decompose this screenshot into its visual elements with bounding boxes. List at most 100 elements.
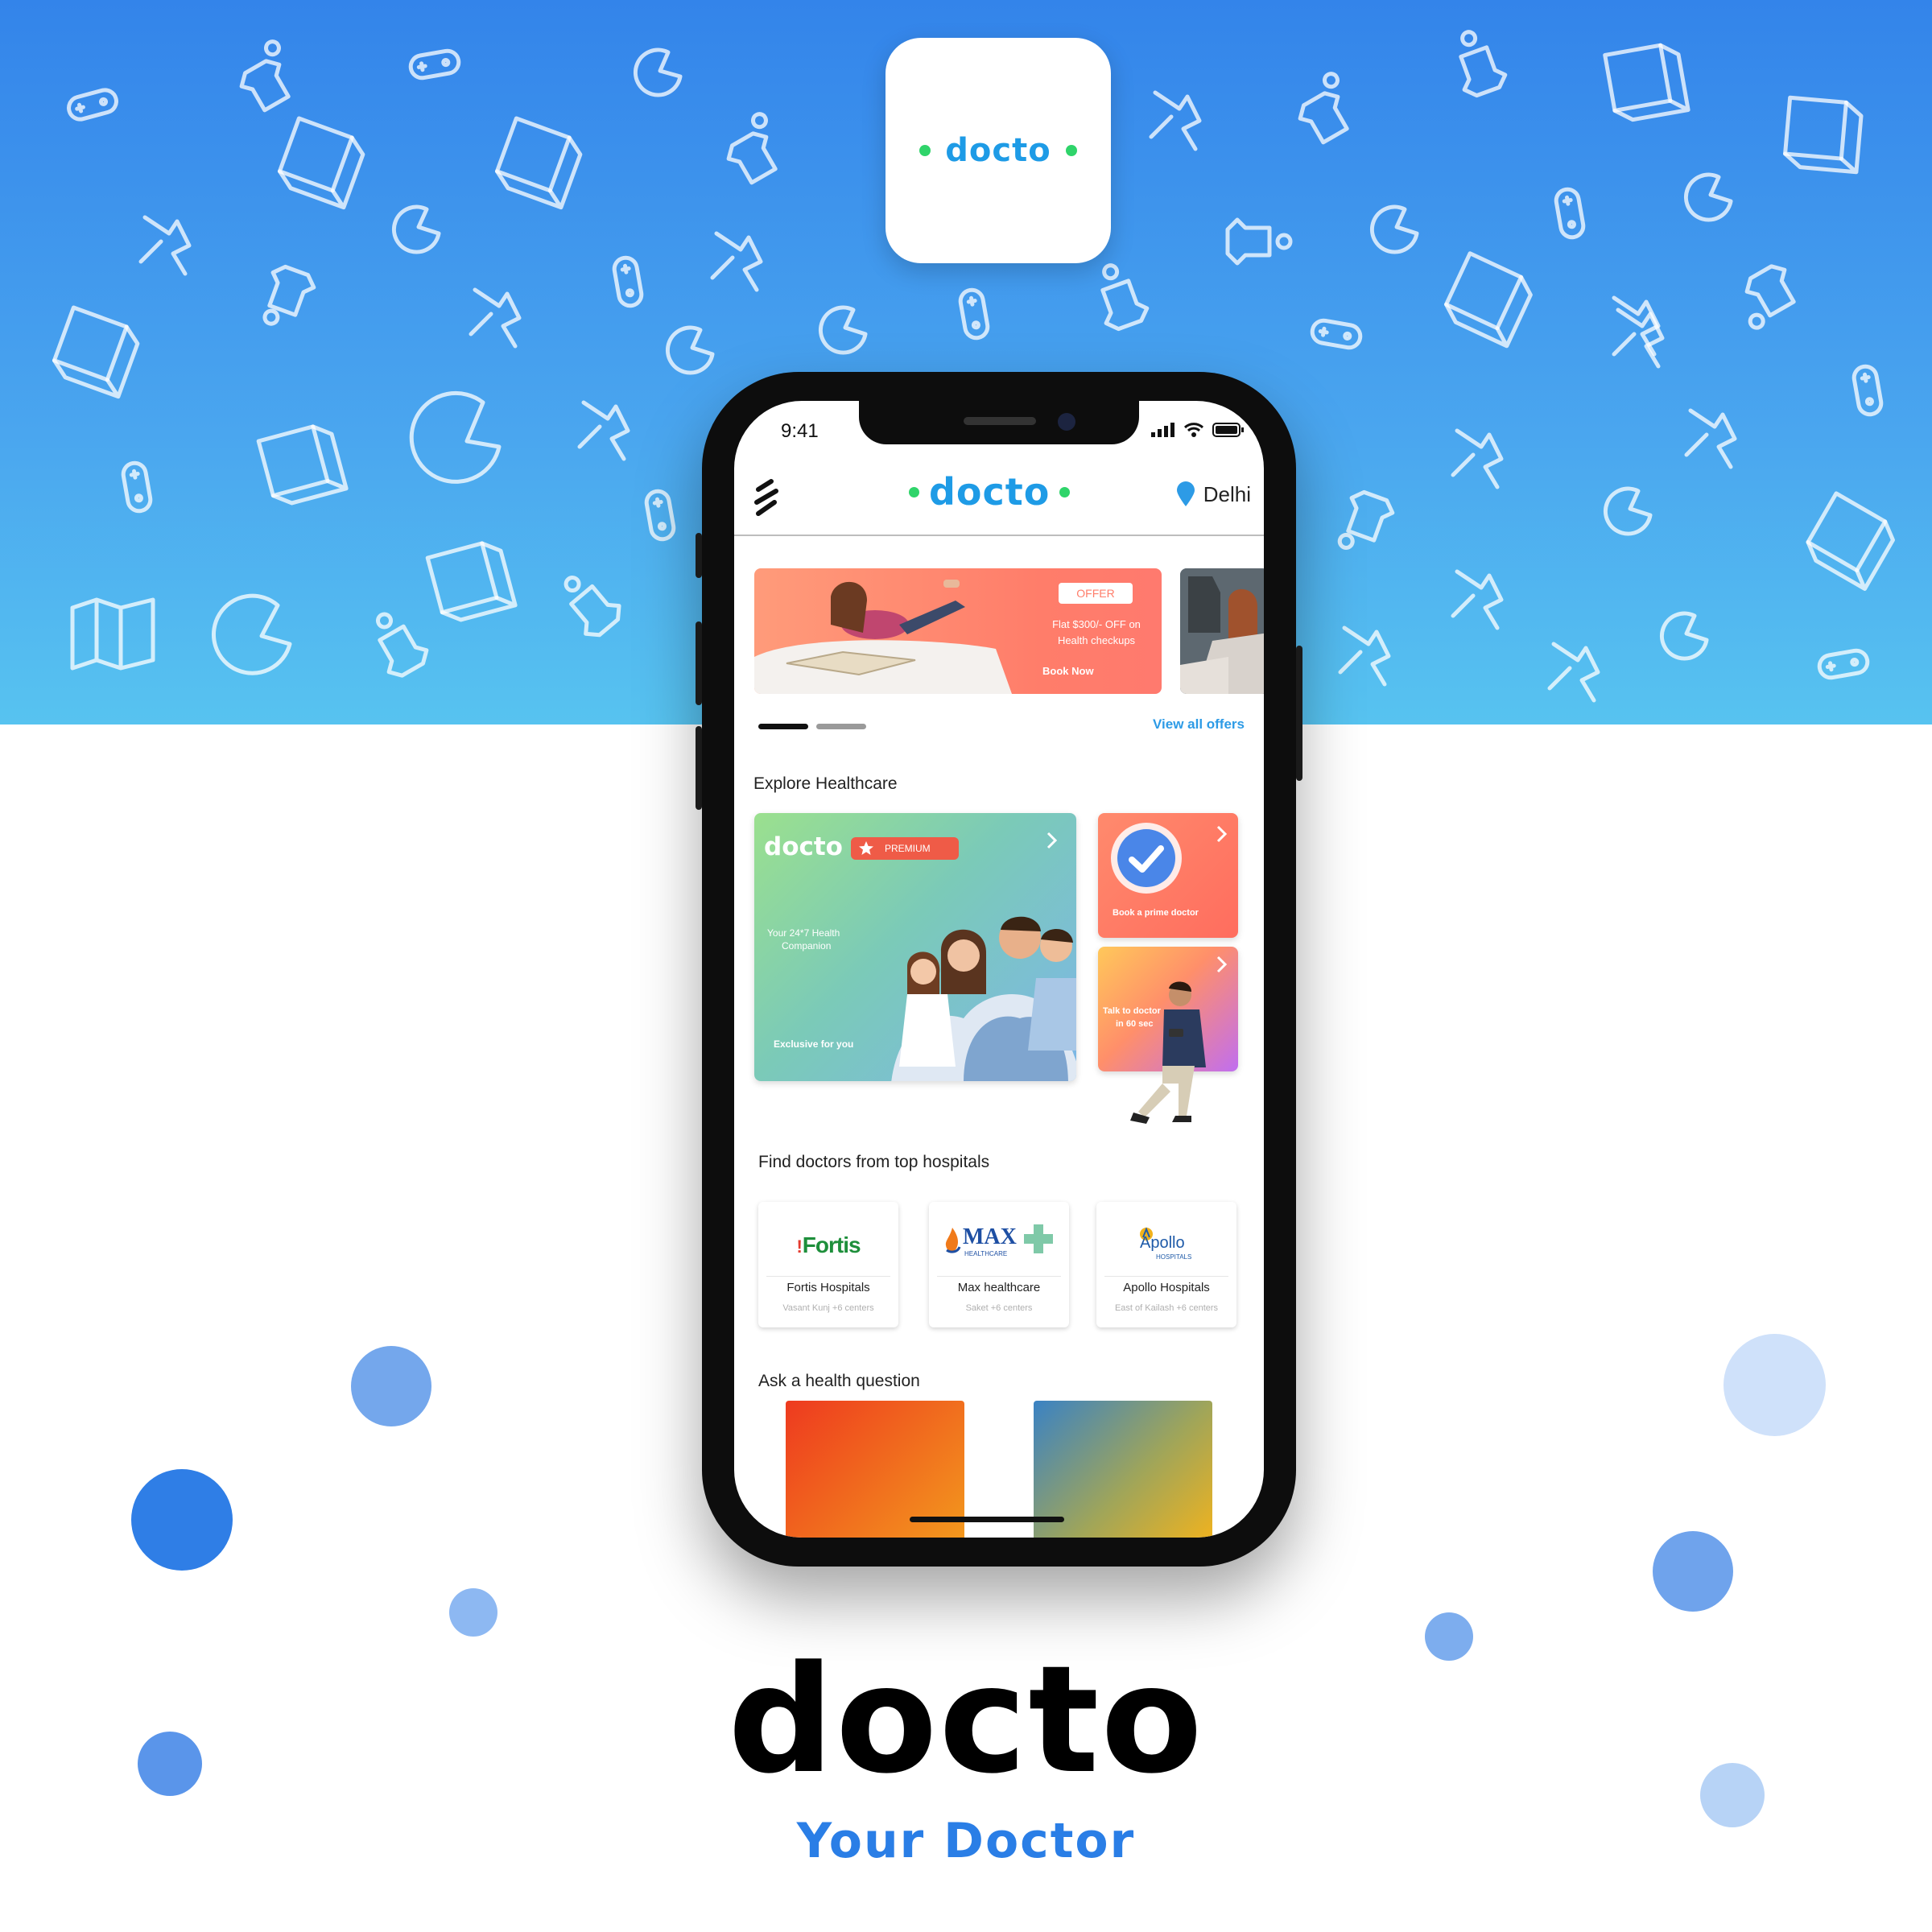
cube-icon bbox=[1603, 43, 1690, 122]
premium-tagline-2: Companion bbox=[782, 940, 832, 952]
apollo-logo: Apollo HOSPITALS bbox=[1096, 1223, 1236, 1266]
cube-icon bbox=[1806, 491, 1895, 591]
bodybuilder-icon bbox=[138, 215, 192, 276]
cube-icon bbox=[1783, 95, 1864, 175]
pacman-icon bbox=[1603, 486, 1653, 536]
gamepad-icon bbox=[1817, 648, 1870, 680]
pacman-icon bbox=[1683, 172, 1733, 222]
pacman-icon bbox=[1659, 611, 1709, 661]
bodybuilder-icon bbox=[1338, 625, 1391, 687]
shirt-icon bbox=[1225, 217, 1293, 266]
offer-banner[interactable]: OFFER Flat $300/- OFF on Health checkups… bbox=[754, 568, 1162, 694]
deco-circle bbox=[131, 1469, 233, 1571]
pacman-icon bbox=[212, 593, 292, 675]
cube-icon bbox=[494, 116, 583, 210]
chevron-right-icon bbox=[1046, 832, 1058, 849]
talk-to-doctor-card[interactable]: Talk to doctor in 60 sec bbox=[1098, 947, 1238, 1124]
shirt-icon bbox=[1337, 489, 1395, 550]
hospitals-title: Find doctors from top hospitals bbox=[758, 1153, 990, 1171]
signal-icon bbox=[1151, 423, 1174, 437]
status-time: 9:41 bbox=[781, 420, 819, 442]
explore-title: Explore Healthcare bbox=[753, 774, 898, 793]
pacman-icon bbox=[1369, 204, 1419, 254]
medical-cross-icon bbox=[1024, 1224, 1053, 1253]
book-now-link[interactable]: Book Now bbox=[1042, 665, 1094, 677]
hospital-name: Max healthcare bbox=[957, 1281, 1041, 1294]
view-all-offers-link[interactable]: View all offers bbox=[1153, 716, 1245, 733]
premium-card[interactable]: docto PREMIUM Your 24*7 Health Companion… bbox=[754, 813, 1076, 1081]
logo-dot-left bbox=[919, 145, 931, 156]
chevron-right-icon bbox=[1216, 825, 1228, 843]
hospital-centers: East of Kailash +6 centers bbox=[1114, 1303, 1219, 1313]
ask-title: Ask a health question bbox=[758, 1372, 920, 1390]
bodybuilder-icon bbox=[1149, 90, 1202, 151]
cube-icon bbox=[1444, 251, 1533, 349]
premium-badge-label: PREMIUM bbox=[885, 843, 931, 854]
power-button bbox=[1296, 646, 1302, 781]
apollo-logo-text: Apollo bbox=[1140, 1234, 1185, 1252]
bodybuilder-icon bbox=[1451, 569, 1504, 630]
bodybuilder-icon bbox=[1684, 408, 1737, 469]
carousel-dot[interactable] bbox=[816, 724, 866, 729]
menu-icon[interactable] bbox=[752, 478, 781, 518]
family-photo bbox=[891, 916, 1076, 1081]
gamepad-icon bbox=[1852, 364, 1884, 417]
bodybuilder-icon bbox=[577, 400, 630, 461]
offer-line-1: Flat $300/- OFF on bbox=[1052, 618, 1141, 630]
deco-circle bbox=[449, 1588, 497, 1637]
shirt-icon bbox=[1298, 72, 1349, 145]
home-indicator[interactable] bbox=[910, 1517, 1064, 1522]
app-icon[interactable]: docto bbox=[886, 38, 1111, 263]
location-pin-icon bbox=[1176, 481, 1195, 506]
bodybuilder-icon bbox=[1451, 428, 1504, 489]
prime-doctor-label: Book a prime doctor bbox=[1113, 908, 1199, 918]
location-label: Delhi bbox=[1203, 481, 1251, 506]
header-logo-text: docto bbox=[929, 470, 1051, 514]
chevron-right-icon bbox=[1216, 956, 1228, 973]
shirt-icon bbox=[564, 576, 621, 638]
deco-circle bbox=[1724, 1334, 1826, 1436]
cube-icon bbox=[425, 541, 518, 622]
shirt-icon bbox=[1100, 263, 1150, 332]
offer-banner-next[interactable] bbox=[1180, 568, 1264, 694]
mute-switch bbox=[696, 533, 702, 578]
doctor-figure bbox=[1130, 981, 1206, 1124]
hospital-card-fortis[interactable]: !Fortis Fortis Hospitals Vasant Kunj +6 … bbox=[758, 1202, 898, 1327]
premium-card-logo: docto bbox=[764, 832, 843, 861]
apollo-logo-subtext: HOSPITALS bbox=[1156, 1253, 1192, 1261]
wifi-icon bbox=[1183, 423, 1204, 437]
divider bbox=[766, 1276, 890, 1277]
max-logo-subtext: HEALTHCARE bbox=[964, 1250, 1008, 1257]
hospital-card-apollo[interactable]: Apollo HOSPITALS Apollo Hospitals East o… bbox=[1096, 1202, 1236, 1327]
phone-screen: 9:41 docto Delhi OFFER Flat $300/- OFF o… bbox=[734, 401, 1264, 1538]
phone-frame: 9:41 docto Delhi OFFER Flat $300/- OFF o… bbox=[696, 372, 1302, 1567]
shirt-icon bbox=[1744, 264, 1796, 330]
shirt-icon bbox=[239, 39, 291, 113]
prime-doctor-card[interactable]: Book a prime doctor bbox=[1098, 813, 1238, 938]
offer-badge: OFFER bbox=[1059, 583, 1133, 604]
cube-icon bbox=[277, 116, 365, 210]
flame-icon bbox=[945, 1228, 961, 1253]
cube-icon bbox=[256, 424, 349, 506]
pacman-icon bbox=[665, 325, 715, 375]
hospital-name: Apollo Hospitals bbox=[1123, 1281, 1210, 1294]
logo-dot-right bbox=[1059, 486, 1071, 497]
cube-icon bbox=[52, 305, 140, 399]
check-badge-icon bbox=[1111, 823, 1182, 894]
bodybuilder-icon bbox=[1547, 642, 1600, 703]
hospital-centers: Vasant Kunj +6 centers bbox=[782, 1303, 874, 1313]
shirt-icon bbox=[726, 112, 778, 185]
hospital-card-max[interactable]: MAX HEALTHCARE Max healthcare Saket +6 c… bbox=[929, 1202, 1069, 1327]
notch bbox=[859, 401, 1139, 444]
gamepad-icon bbox=[1554, 187, 1586, 240]
shirt-icon bbox=[1459, 30, 1508, 98]
bodybuilder-icon bbox=[710, 231, 763, 292]
premium-badge: PREMIUM bbox=[851, 837, 959, 860]
bodybuilder-icon bbox=[469, 287, 522, 349]
carousel-dot-active[interactable] bbox=[758, 724, 808, 729]
location-selector[interactable]: Delhi bbox=[1176, 481, 1251, 507]
premium-tagline-1: Your 24*7 Health bbox=[767, 927, 840, 939]
divider bbox=[937, 1276, 1061, 1277]
header-logo: docto bbox=[909, 470, 1071, 514]
star-icon bbox=[859, 841, 873, 855]
